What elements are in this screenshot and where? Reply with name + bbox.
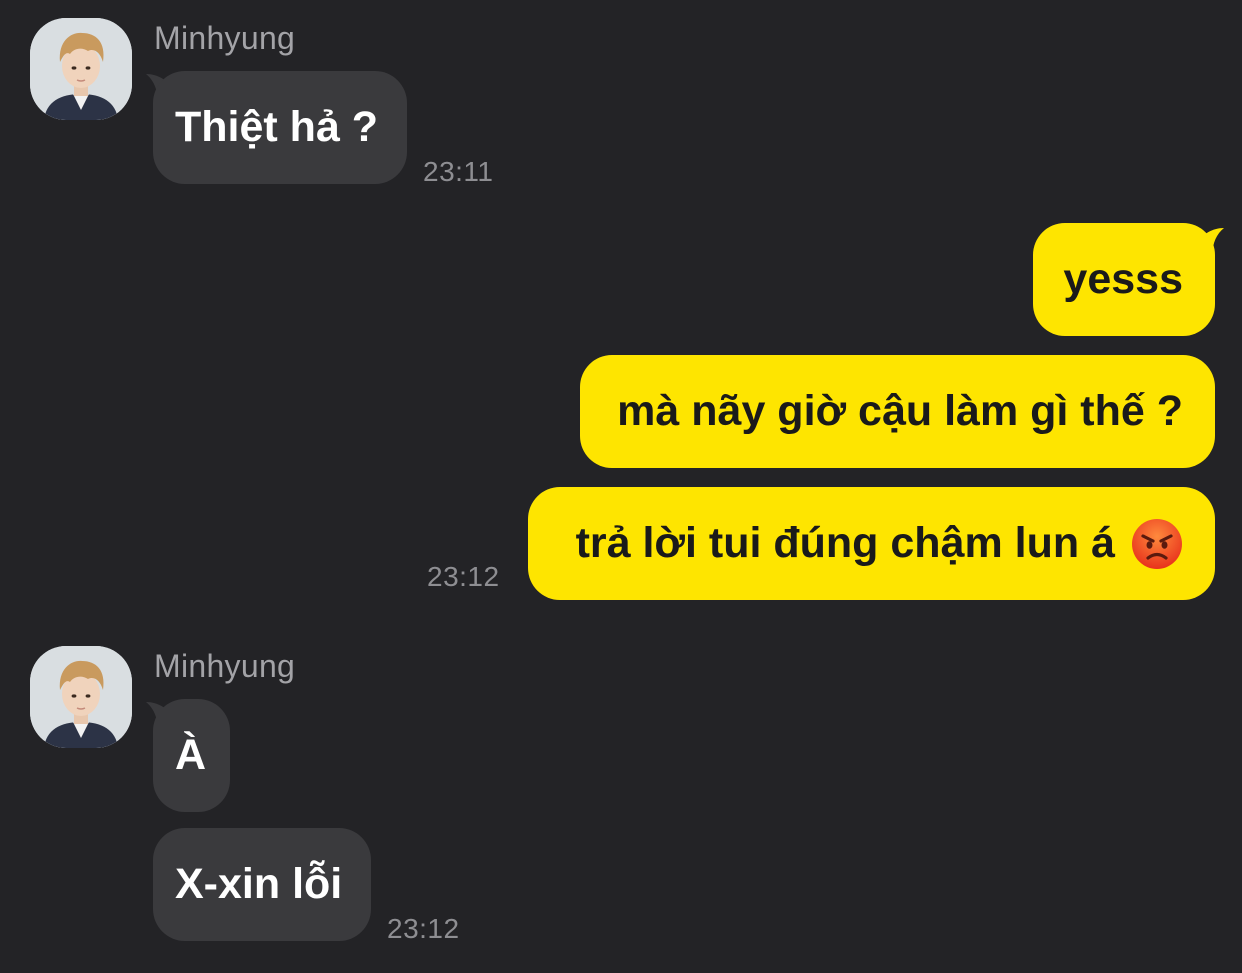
sender-avatar[interactable] (30, 18, 132, 120)
message-bubble[interactable]: trả lời tui đúng chậm lun á (528, 487, 1215, 600)
message-bubble[interactable]: X-xin lỗi (153, 828, 371, 941)
message-time: 23:12 (387, 913, 460, 944)
message-bubble[interactable]: yesss (1033, 223, 1215, 336)
message-text: À (175, 731, 207, 779)
message-text: mà nãy giờ cậu làm gì thế ? (617, 387, 1183, 435)
angry-face-icon (1132, 518, 1182, 569)
message-text: trả lời tui đúng chậm lun á (575, 519, 1115, 567)
avatar-portrait-icon (30, 18, 132, 120)
message-bubble[interactable]: Thiệt hả ? (153, 71, 407, 184)
sender-name: Minhyung (154, 648, 296, 684)
avatar-portrait-icon (30, 646, 132, 748)
message-text: X-xin lỗi (175, 860, 343, 908)
message-time: 23:11 (423, 156, 494, 187)
sender-avatar[interactable] (30, 646, 132, 748)
message-text: Thiệt hả ? (175, 103, 379, 151)
sender-name: Minhyung (154, 20, 296, 56)
message-time: 23:12 (427, 561, 500, 592)
message-bubble[interactable]: mà nãy giờ cậu làm gì thế ? (580, 355, 1215, 468)
message-text: yesss (1063, 255, 1183, 303)
message-bubble[interactable]: À (153, 699, 230, 812)
